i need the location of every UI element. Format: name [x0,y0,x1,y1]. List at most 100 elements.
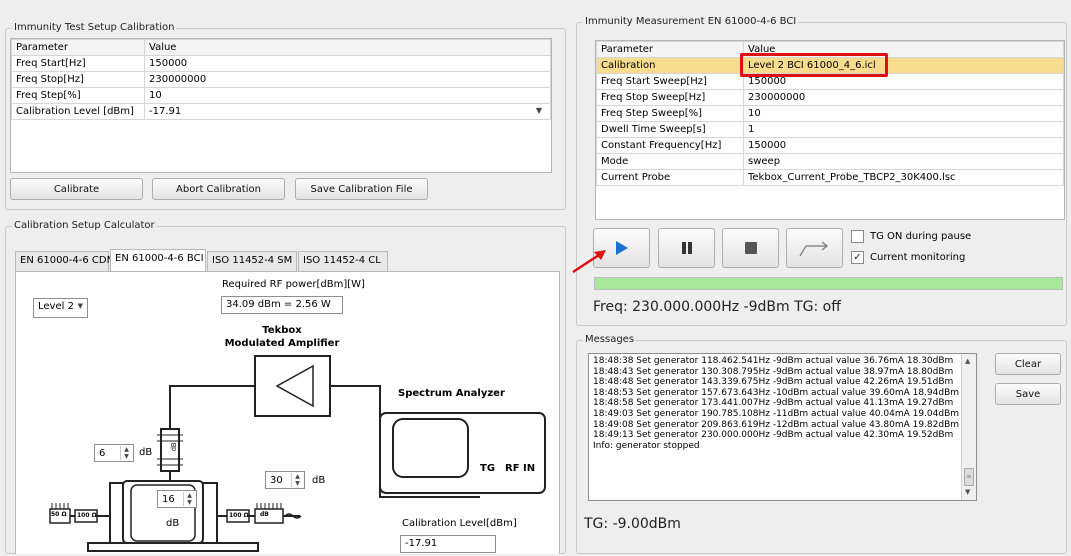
col-parameter[interactable]: Parameter [596,41,744,58]
tab-iso-cl[interactable]: ISO 11452-4 CL [298,251,388,271]
vertical-atten-db: dB [171,442,178,451]
save-calibration-file-button[interactable]: Save Calibration File [295,178,428,200]
log-line: Info: generator stopped [593,440,700,451]
param-cell: Mode [596,153,744,170]
highlight-box [740,53,888,77]
scroll-up-icon[interactable]: ▲ [965,356,970,367]
dropdown-arrow-icon[interactable]: ▼ [536,106,542,115]
value-cell[interactable]: 10 [743,105,1064,122]
col-parameter[interactable]: Parameter [11,39,145,56]
value-cell[interactable]: 230000000 [144,71,551,88]
param-cell: Freq Start Sweep[Hz] [596,73,744,90]
log-line: 18:49:13 Set generator 230.000.000Hz -9d… [593,430,954,441]
value-cell[interactable]: Tekbox_Current_Probe_TBCP2_30K400.lsc [743,169,1064,186]
param-cell: Constant Frequency[Hz] [596,137,744,154]
coupler-right-leg [201,482,218,544]
calculator-title: Calibration Setup Calculator [12,220,157,231]
table-row[interactable]: Current Probe Tekbox_Current_Probe_TBCP2_… [596,169,1064,186]
value-cell[interactable]: 230000000 [743,89,1064,106]
table-row[interactable]: Constant Frequency[Hz] 150000 [596,137,1064,154]
tab-cdn[interactable]: EN 61000-4-6 CDN [15,251,114,271]
current-monitoring-checkbox[interactable]: ✓ [851,251,864,264]
log-line: 18:48:38 Set generator 118.462.541Hz -9d… [593,356,954,366]
table-row[interactable]: Mode sweep [596,153,1064,170]
rf-in-port-label: RF IN [505,463,536,474]
log-line: 18:48:43 Set generator 130.308.795Hz -9d… [593,366,954,377]
log-line: 18:48:53 Set generator 157.673.643Hz -10… [593,387,960,398]
param-cell: Freq Step Sweep[%] [596,105,744,122]
cal-level-field: -17.91 [400,535,496,553]
checkmark-icon: ✓ [853,252,862,263]
param-cell: Freq Start[Hz] [11,55,145,72]
value-cell[interactable]: 150000 [743,137,1064,154]
param-cell: Dwell Time Sweep[s] [596,121,744,138]
save-button[interactable]: Save [995,383,1061,405]
table-row[interactable]: Calibration Level [dBm] -17.91 ▼ [11,103,551,120]
spinner-arrows-icon[interactable]: ▲ ▼ [183,492,195,506]
value-cell[interactable]: 1 [743,121,1064,138]
value-cell[interactable]: Level 2 BCI 61000_4_6.icl [740,53,1064,77]
coupler-base [87,542,259,552]
calibrate-button[interactable]: Calibrate [10,178,143,200]
progress-fill [595,278,1062,289]
stop-button[interactable] [722,228,779,268]
skip-forward-button[interactable] [786,228,843,268]
left-attenuation-spinner[interactable]: 6 ▲ ▼ [94,444,134,462]
coupling-value: 16 [162,494,175,505]
param-cell: Current Probe [596,169,744,186]
log-line: 18:49:08 Set generator 209.863.619Hz -12… [593,419,960,430]
pause-icon [681,242,692,254]
resistor-100-left-label: 100 Ω [77,512,97,519]
value-cell[interactable]: 150000 [144,55,551,72]
right-attenuator-db-label: dB [260,511,269,518]
coupling-spinner[interactable]: 16 ▲ ▼ [157,490,197,508]
right-attenuation-spinner[interactable]: 30 ▲ ▼ [265,471,305,489]
spinner-arrows-icon[interactable]: ▲ ▼ [291,473,303,487]
measurement-title: Immunity Measurement EN 61000-4-6 BCI [583,16,799,27]
table-row[interactable]: Freq Stop[Hz] 230000000 [11,71,551,88]
bci-setup-diagram: dB [49,355,546,552]
table-row[interactable]: Freq Start[Hz] 150000 [11,55,551,72]
table-row[interactable]: Freq Step[%] 10 [11,87,551,104]
frequency-status: Freq: 230.000.000Hz -9dBm TG: off [593,299,841,315]
table-row-selected[interactable]: Calibration Level 2 BCI 61000_4_6.icl [596,53,1064,77]
left-attenuation-unit: dB [139,447,153,458]
measurement-params-table[interactable]: Parameter Value Calibration Level 2 BCI … [595,40,1065,220]
param-cell: Freq Stop Sweep[Hz] [596,89,744,106]
cable-amp-to-atten [169,385,255,431]
table-row[interactable]: Freq Step Sweep[%] 10 [596,105,1064,122]
calibration-setup-group: Immunity Test Setup Calibration Paramete… [5,22,566,210]
calibration-params-table[interactable]: Parameter Value Freq Start[Hz] 150000 Fre… [10,38,552,173]
messages-log[interactable]: 18:48:38 Set generator 118.462.541Hz -9d… [588,353,977,501]
col-value[interactable]: Value [144,39,551,56]
pause-button[interactable] [658,228,715,268]
right-attenuation-value: 30 [270,475,283,486]
calibration-level-value: -17.91 [149,106,182,117]
table-row[interactable]: Freq Stop Sweep[Hz] 230000000 [596,89,1064,106]
value-cell[interactable]: sweep [743,153,1064,170]
spinner-arrows-icon[interactable]: ▲ ▼ [120,446,132,460]
scroll-down-icon[interactable]: ▼ [965,487,970,498]
tab-iso-sm[interactable]: ISO 11452-4 SM [207,251,297,271]
spectrum-analyzer-label: Spectrum Analyzer [398,388,505,399]
messages-scrollbar[interactable]: ▲ ≡ ▼ [961,354,976,500]
value-cell[interactable]: -17.91 ▼ [144,103,551,120]
tab-bci[interactable]: EN 61000-4-6 BCI [110,249,206,271]
tg-on-pause-label: TG ON during pause [870,231,972,242]
left-attenuation-value: 6 [99,448,106,459]
log-line: 18:49:03 Set generator 190.785.108Hz -11… [593,408,960,419]
scroll-thumb[interactable]: ≡ [964,468,974,486]
right-attenuation-unit: dB [312,475,326,486]
clear-button[interactable]: Clear [995,353,1061,375]
abort-calibration-button[interactable]: Abort Calibration [152,178,285,200]
table-row[interactable]: Dwell Time Sweep[s] 1 [596,121,1064,138]
value-cell[interactable]: 10 [144,87,551,104]
cal-level-label: Calibration Level[dBm] [402,518,517,529]
stop-icon [744,242,757,254]
tg-on-pause-checkbox[interactable] [851,230,864,243]
current-monitoring-label: Current monitoring [870,252,966,263]
coupling-unit: dB [166,518,180,529]
calibration-setup-title: Immunity Test Setup Calibration [12,22,177,33]
param-cell: Freq Stop[Hz] [11,71,145,88]
log-line: 18:48:48 Set generator 143.339.675Hz -9d… [593,377,954,388]
